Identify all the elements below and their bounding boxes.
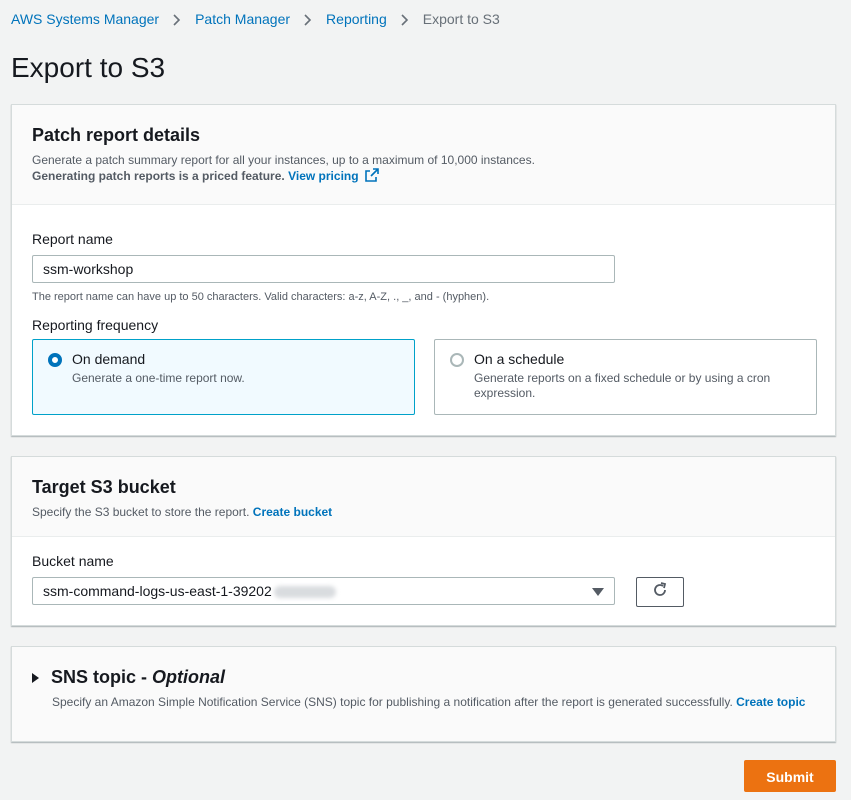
breadcrumb-patch-manager[interactable]: Patch Manager — [195, 11, 290, 27]
chevron-right-icon — [290, 11, 326, 27]
panel-description: Generate a patch summary report for all … — [32, 153, 535, 167]
breadcrumb-reporting[interactable]: Reporting — [326, 11, 387, 27]
radio-title: On demand — [72, 351, 146, 367]
radio-unselected-icon[interactable] — [450, 353, 464, 367]
breadcrumb: AWS Systems Manager Patch Manager Report… — [11, 11, 500, 27]
submit-button[interactable]: Submit — [744, 760, 836, 792]
redacted-text — [273, 586, 336, 599]
refresh-icon — [652, 581, 668, 603]
radio-description: Generate reports on a fixed schedule or … — [474, 371, 771, 400]
priced-note-row: Generating patch reports is a priced fea… — [32, 168, 815, 184]
panel-header: SNS topic - Optional Specify an Amazon S… — [12, 647, 835, 741]
chevron-right-icon — [159, 11, 195, 27]
radio-selected-icon[interactable] — [48, 353, 62, 367]
radio-on-a-schedule[interactable]: On a schedule Generate reports on a fixe… — [434, 339, 817, 415]
radio-description: Generate a one-time report now. — [72, 371, 245, 385]
bucket-name-select[interactable]: ssm-command-logs-us-east-1-39202 — [32, 577, 615, 605]
create-bucket-link[interactable]: Create bucket — [253, 505, 332, 519]
breadcrumb-current: Export to S3 — [422, 11, 500, 27]
report-name-input[interactable] — [32, 255, 615, 283]
bucket-name-label: Bucket name — [32, 553, 114, 569]
chevron-right-icon — [387, 11, 423, 27]
sns-expand-toggle[interactable]: SNS topic - Optional — [32, 667, 815, 688]
view-pricing-link[interactable]: View pricing — [288, 169, 358, 183]
radio-title: On a schedule — [474, 351, 565, 367]
priced-note: Generating patch reports is a priced fea… — [32, 169, 285, 183]
page-title: Export to S3 — [11, 52, 166, 83]
panel-description-row: Specify an Amazon Simple Notification Se… — [52, 694, 812, 710]
dropdown-caret-icon — [592, 588, 604, 596]
breadcrumb-systems-manager[interactable]: AWS Systems Manager — [11, 11, 159, 27]
optional-label: Optional — [152, 667, 226, 687]
bucket-name-value: ssm-command-logs-us-east-1-39202 — [43, 583, 272, 599]
refresh-button[interactable] — [636, 577, 684, 607]
sns-topic-panel: SNS topic - Optional Specify an Amazon S… — [11, 646, 836, 742]
panel-header: Target S3 bucket Specify the S3 bucket t… — [12, 457, 835, 537]
caret-right-icon[interactable] — [32, 672, 39, 683]
panel-description: Specify the S3 bucket to store the repor… — [32, 505, 250, 519]
target-s3-bucket-panel: Target S3 bucket Specify the S3 bucket t… — [11, 456, 836, 626]
panel-title: Target S3 bucket — [32, 477, 176, 497]
external-link-icon[interactable] — [362, 168, 379, 183]
patch-report-details-panel: Patch report details Generate a patch su… — [11, 104, 836, 436]
radio-on-demand[interactable]: On demand Generate a one-time report now… — [32, 339, 415, 415]
panel-header: Patch report details Generate a patch su… — [12, 105, 835, 205]
panel-title: SNS topic - Optional — [51, 667, 226, 687]
panel-description: Specify an Amazon Simple Notification Se… — [52, 695, 733, 709]
create-topic-link[interactable]: Create topic — [736, 695, 805, 709]
report-name-label: Report name — [32, 231, 113, 247]
panel-title: Patch report details — [32, 125, 201, 145]
panel-description-row: Specify the S3 bucket to store the repor… — [32, 504, 815, 520]
report-name-constraint: The report name can have up to 50 charac… — [32, 291, 490, 303]
reporting-frequency-label: Reporting frequency — [32, 317, 159, 333]
